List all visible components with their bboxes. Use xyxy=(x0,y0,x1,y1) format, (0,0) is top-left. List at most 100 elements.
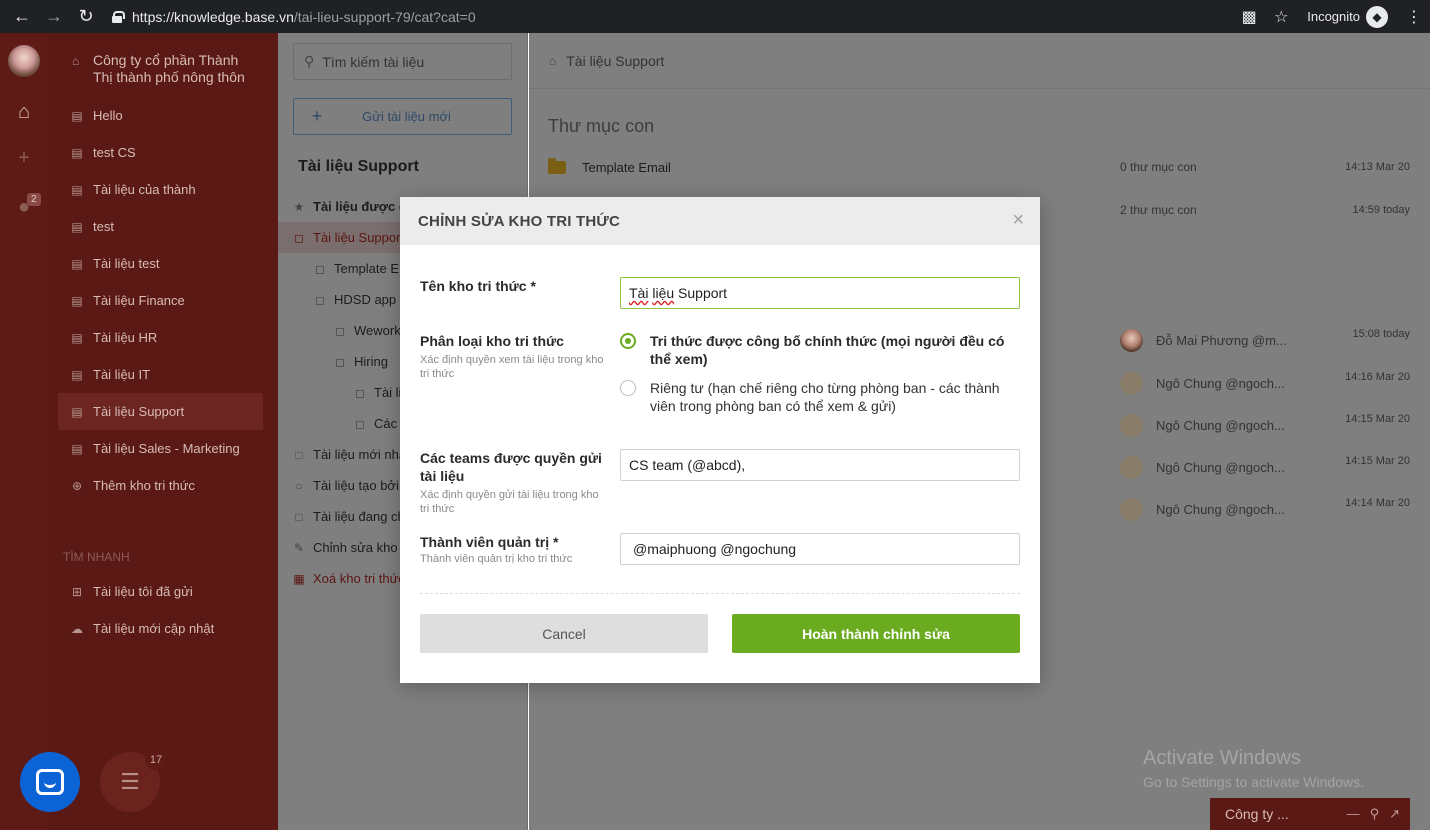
folder-open-icon: ◻ xyxy=(335,354,345,369)
quick-item-sent[interactable]: ⊞ Tài liệu tôi đã gửi xyxy=(58,573,263,610)
name-value-rest: Support xyxy=(674,285,728,301)
subfolder-count: 0 thư mục con xyxy=(1120,160,1197,174)
incognito-icon[interactable]: ◆ xyxy=(1366,5,1388,28)
sidebar-item-finance[interactable]: ▤ Tài liệu Finance xyxy=(58,282,263,319)
windows-activation-watermark: Activate Windows Go to Settings to activ… xyxy=(1143,747,1364,790)
quick-item-label: Tài liệu tôi đã gửi xyxy=(93,584,193,599)
sidebar-item-test-cs[interactable]: ▤ test CS xyxy=(58,134,263,171)
org-name-line2: Thị thành phố nông thôn xyxy=(93,69,245,85)
document-author: Đỗ Mai Phương @m... xyxy=(1156,333,1287,348)
teams-label-text: Các teams được quyền gửi tài liệu xyxy=(420,450,602,484)
close-icon[interactable]: × xyxy=(1012,210,1024,230)
sidebar-item-support[interactable]: ▤ Tài liệu Support xyxy=(58,393,263,430)
home-icon[interactable]: ⌂ xyxy=(549,54,556,68)
sidebar-item-sales-marketing[interactable]: ▤ Tài liệu Sales - Marketing xyxy=(58,430,263,467)
modal-title: CHỈNH SỬA KHO TRI THỨC xyxy=(400,197,1040,245)
search-input[interactable]: ⚲ Tìm kiếm tài liệu xyxy=(293,43,512,80)
watermark-line2: Go to Settings to activate Windows. xyxy=(1143,774,1364,790)
upload-doc-icon: ⊞ xyxy=(71,584,83,599)
quick-item-updated[interactable]: ☁ Tài liệu mới cập nhật xyxy=(58,610,263,647)
sidebar-item-label: Tài liệu Finance xyxy=(93,293,185,308)
book-icon: ▤ xyxy=(71,256,83,271)
avatar xyxy=(1120,329,1143,352)
back-arrow-icon[interactable]: ← xyxy=(6,0,38,33)
sidebar-item-hr[interactable]: ▤ Tài liệu HR xyxy=(58,319,263,356)
bookmark-star-icon[interactable]: ☆ xyxy=(1265,0,1297,33)
search-icon: ⚲ xyxy=(304,53,315,69)
admins-sub: Thành viên quản trị kho tri thức xyxy=(420,553,573,565)
menu-dots-icon[interactable]: ⋮ xyxy=(1398,0,1430,33)
reload-icon[interactable]: ↻ xyxy=(70,0,102,33)
quick-item-label: Tài liệu mới cập nhật xyxy=(93,621,215,636)
user-icon: ○ xyxy=(295,478,303,493)
url-host: https://knowledge.base.vn xyxy=(132,8,294,25)
option-private-label: Riêng tư (hạn chế riêng cho từng phòng b… xyxy=(650,380,1000,414)
option-public-label: Tri thức được công bố chính thức (mọi ng… xyxy=(650,333,1005,367)
sidebar-item-label: test xyxy=(93,219,114,234)
radio-selected[interactable] xyxy=(620,333,636,349)
search-icon[interactable]: ⚲ xyxy=(1370,806,1380,822)
folder-row[interactable]: Template Email 0 thư mục con 14:13 Mar 2… xyxy=(548,147,1418,187)
document-time: 14:16 Mar 20 xyxy=(1345,371,1410,383)
add-icon[interactable]: + xyxy=(0,147,48,170)
chat-button[interactable] xyxy=(20,752,80,812)
sidebar-item-hello[interactable]: ▤ Hello xyxy=(58,97,263,134)
company-chat-bar[interactable]: Công ty ... — ⚲ ↗ xyxy=(1210,798,1410,830)
subfolders-title: Thư mục con xyxy=(548,116,655,136)
address-bar[interactable]: https://knowledge.base.vn/tai-lieu-suppo… xyxy=(112,9,476,25)
sidebar-item-tai-lieu-cua-thanh[interactable]: ▤ Tài liệu của thành xyxy=(58,171,263,208)
search-placeholder: Tìm kiếm tài liệu xyxy=(322,53,425,70)
admins-input[interactable]: @maiphuong @ngochung xyxy=(620,533,1020,565)
subfolder-count: 2 thư mục con xyxy=(1120,203,1197,217)
radio-unselected[interactable] xyxy=(620,380,636,396)
submit-button[interactable]: Hoàn thành chỉnh sửa xyxy=(732,614,1020,653)
tree-item-label: HDSD app E xyxy=(334,292,409,307)
sidebar-item-it[interactable]: ▤ Tài liệu IT xyxy=(58,356,263,393)
teams-input[interactable]: CS team (@abcd), xyxy=(620,449,1020,481)
book-icon: ▤ xyxy=(71,182,83,197)
external-link-icon[interactable]: ↗ xyxy=(1389,806,1400,822)
add-knowledge-base-button[interactable]: ⊕ Thêm kho tri thức xyxy=(58,467,263,504)
tree-item-label: Chỉnh sửa kho xyxy=(313,540,398,555)
document-time: 14:15 Mar 20 xyxy=(1345,413,1410,425)
home-icon: ⌂ xyxy=(72,54,80,68)
sidebar-item-test[interactable]: ▤ test xyxy=(58,208,263,245)
folder-open-icon: ◻ xyxy=(294,230,304,245)
book-icon: ▤ xyxy=(71,145,83,160)
upload-document-button[interactable]: + Gửi tài liệu mới xyxy=(293,98,512,135)
sidebar-item-label: Hello xyxy=(93,108,123,123)
name-label: Tên kho tri thức * xyxy=(420,278,536,294)
tree-item-label: Wework xyxy=(354,323,401,338)
book-icon: ▤ xyxy=(71,108,83,123)
minimize-icon[interactable]: — xyxy=(1347,806,1360,822)
sidebar-item-label: Tài liệu IT xyxy=(93,367,151,382)
cancel-button[interactable]: Cancel xyxy=(420,614,708,653)
user-avatar[interactable] xyxy=(8,45,40,77)
folder-open-icon: ◻ xyxy=(315,292,325,307)
clipboard-icon: ☰ xyxy=(120,769,140,794)
type-label-text: Phân loại kho tri thức xyxy=(420,333,564,349)
breadcrumb: ⌂ Tài liệu Support xyxy=(529,33,1430,89)
organization: ⌂ Công ty cổ phần Thành Thị thành phố nô… xyxy=(72,52,245,86)
sidebar-item-label: Tài liệu HR xyxy=(93,330,158,345)
divider xyxy=(420,593,1020,594)
lock-icon xyxy=(112,11,125,23)
radio-public[interactable]: Tri thức được công bố chính thức (mọi ng… xyxy=(620,332,1020,368)
browser-toolbar: ← → ↻ https://knowledge.base.vn/tai-lieu… xyxy=(0,0,1430,33)
type-label: Phân loại kho tri thức Xác định quyền xe… xyxy=(420,332,610,381)
tree-item-label: Tài liệu mới nhấ xyxy=(313,447,407,462)
sidebar-item-tai-lieu-test[interactable]: ▤ Tài liệu test xyxy=(58,245,263,282)
forward-arrow-icon[interactable]: → xyxy=(38,0,70,33)
name-input[interactable]: Tài liệu Support xyxy=(620,277,1020,309)
bell-icon[interactable]: ● xyxy=(0,196,48,219)
radio-private[interactable]: Riêng tư (hạn chế riêng cho từng phòng b… xyxy=(620,379,1020,415)
tree-item-label: Tài li xyxy=(374,385,402,400)
book-icon: ▤ xyxy=(71,293,83,308)
plus-circle-icon: ⊕ xyxy=(71,478,83,493)
company-bar-label: Công ty ... xyxy=(1225,806,1289,822)
quick-list: ⊞ Tài liệu tôi đã gửi ☁ Tài liệu mới cập n… xyxy=(58,573,263,647)
tree-item-label: Xoá kho tri thức xyxy=(313,571,405,586)
translate-icon[interactable]: ▩ xyxy=(1233,0,1265,33)
home-icon[interactable]: ⌂ xyxy=(0,101,48,124)
book-icon: ▤ xyxy=(71,219,83,234)
